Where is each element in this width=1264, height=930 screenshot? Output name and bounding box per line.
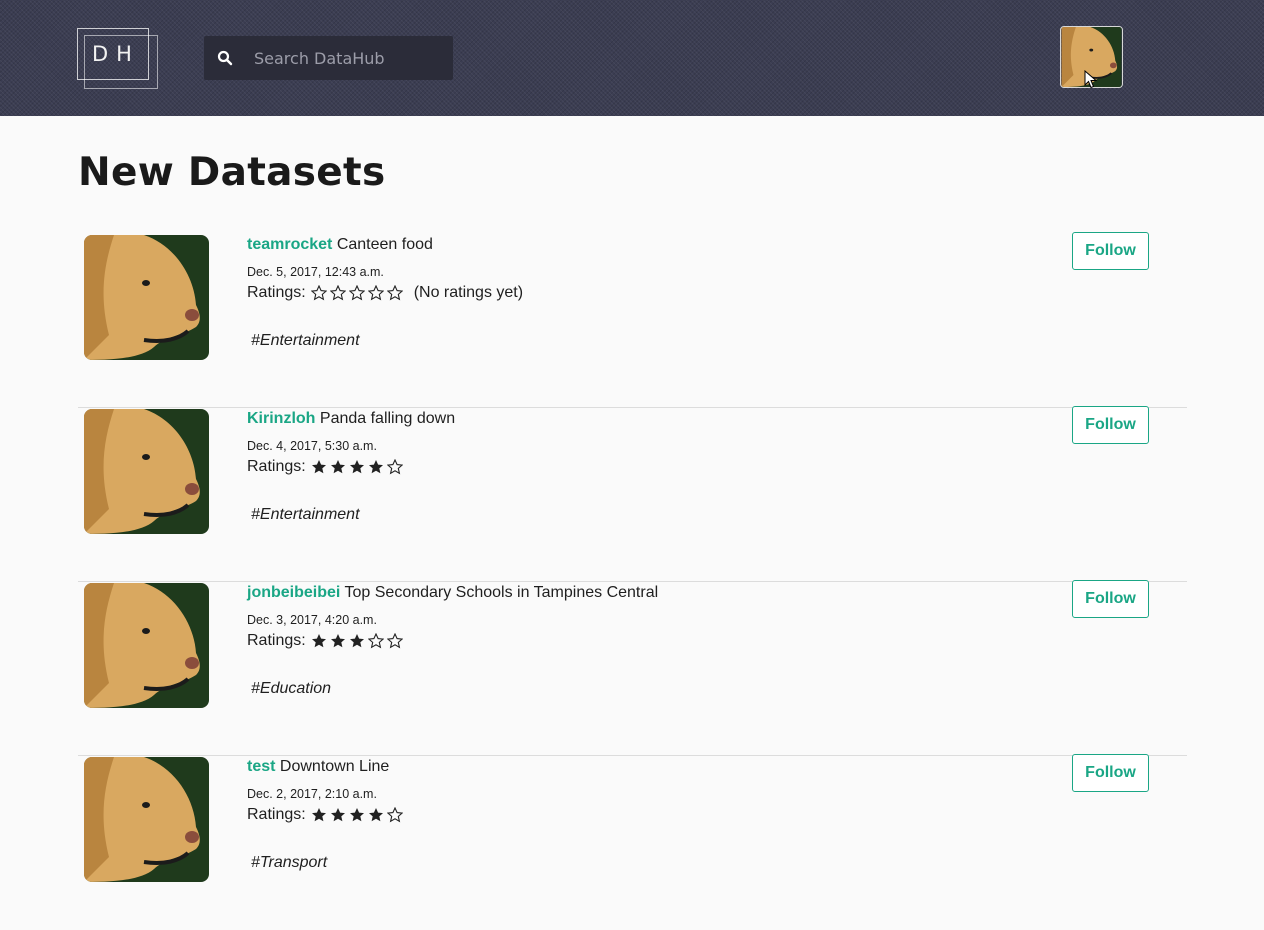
rating-stars[interactable] (311, 807, 406, 823)
dataset-title-line: Kirinzloh Panda falling down (247, 410, 455, 428)
dataset-title-line: test Downtown Line (247, 758, 389, 776)
star-filled-icon[interactable] (311, 459, 330, 475)
dog-thumbnail-image (84, 757, 209, 882)
star-empty-icon[interactable] (310, 285, 330, 301)
top-navbar: DH (0, 0, 1264, 116)
dataset-thumbnail[interactable] (84, 583, 209, 708)
dataset-owner-link[interactable]: test (247, 758, 275, 775)
page-title: New Datasets (78, 150, 386, 195)
dataset-date: Dec. 2, 2017, 2:10 a.m. (247, 787, 377, 801)
dataset-tag[interactable]: #Entertainment (251, 332, 360, 350)
dataset-ratings: Ratings: (247, 632, 414, 650)
dataset-title-line: teamrocket Canteen food (247, 236, 433, 254)
dataset-tag[interactable]: #Education (251, 680, 331, 698)
star-filled-icon[interactable] (349, 459, 368, 475)
dataset-tag[interactable]: #Transport (251, 854, 327, 872)
star-empty-icon[interactable] (348, 285, 368, 301)
dataset-name[interactable]: Canteen food (337, 236, 433, 253)
dog-thumbnail-image (84, 583, 209, 708)
mouse-cursor-icon (1084, 70, 1098, 89)
dataset-date: Dec. 5, 2017, 12:43 a.m. (247, 265, 384, 279)
star-empty-icon[interactable] (367, 633, 387, 649)
ratings-label: Ratings: (247, 632, 306, 649)
follow-button[interactable]: Follow (1072, 232, 1149, 270)
dataset-owner-link[interactable]: jonbeibeibei (247, 584, 340, 601)
star-empty-icon[interactable] (367, 285, 387, 301)
search-input[interactable] (254, 36, 444, 80)
dataset-thumbnail[interactable] (84, 235, 209, 360)
dog-thumbnail-image (84, 409, 209, 534)
dataset-thumbnail[interactable] (84, 757, 209, 882)
dataset-date: Dec. 4, 2017, 5:30 a.m. (247, 439, 377, 453)
dataset-owner-link[interactable]: Kirinzloh (247, 410, 315, 427)
dataset-thumbnail[interactable] (84, 409, 209, 534)
dataset-date: Dec. 3, 2017, 4:20 a.m. (247, 613, 377, 627)
star-empty-icon[interactable] (386, 285, 406, 301)
follow-button[interactable]: Follow (1072, 406, 1149, 444)
star-filled-icon[interactable] (330, 633, 349, 649)
star-filled-icon[interactable] (311, 633, 330, 649)
dataset-ratings: Ratings: (247, 458, 414, 476)
dataset-title-line: jonbeibeibei Top Secondary Schools in Ta… (247, 584, 658, 602)
star-empty-icon[interactable] (329, 285, 349, 301)
search-icon (217, 50, 233, 66)
star-empty-icon[interactable] (386, 459, 406, 475)
star-filled-icon[interactable] (311, 807, 330, 823)
dataset-name[interactable]: Panda falling down (320, 410, 455, 427)
dataset-owner-link[interactable]: teamrocket (247, 236, 332, 253)
dataset-ratings: Ratings: (No ratings yet) (247, 284, 523, 302)
rating-note: (No ratings yet) (413, 284, 524, 301)
dataset-name[interactable]: Top Secondary Schools in Tampines Centra… (345, 584, 659, 601)
follow-button[interactable]: Follow (1072, 580, 1149, 618)
search-box[interactable] (204, 36, 453, 80)
star-filled-icon[interactable] (349, 807, 368, 823)
star-empty-icon[interactable] (386, 807, 406, 823)
star-empty-icon[interactable] (386, 633, 406, 649)
follow-button[interactable]: Follow (1072, 754, 1149, 792)
dataset-item: test Downtown Line Dec. 2, 2017, 2:10 a.… (78, 754, 1187, 930)
star-filled-icon[interactable] (330, 807, 349, 823)
ratings-label: Ratings: (247, 806, 306, 823)
star-filled-icon[interactable] (349, 633, 368, 649)
dataset-ratings: Ratings: (247, 806, 414, 824)
star-filled-icon[interactable] (368, 807, 387, 823)
ratings-label: Ratings: (247, 284, 306, 301)
dataset-name[interactable]: Downtown Line (280, 758, 389, 775)
dataset-item: jonbeibeibei Top Secondary Schools in Ta… (78, 580, 1187, 756)
rating-stars[interactable] (310, 285, 406, 301)
star-filled-icon[interactable] (368, 459, 387, 475)
dataset-tag[interactable]: #Entertainment (251, 506, 360, 524)
rating-stars[interactable] (311, 633, 406, 649)
rating-stars[interactable] (311, 459, 406, 475)
ratings-label: Ratings: (247, 458, 306, 475)
dog-thumbnail-image (84, 235, 209, 360)
dataset-item: teamrocket Canteen food Dec. 5, 2017, 12… (78, 232, 1187, 408)
star-filled-icon[interactable] (330, 459, 349, 475)
datahub-logo[interactable]: DH (77, 28, 158, 89)
dataset-item: Kirinzloh Panda falling down Dec. 4, 201… (78, 406, 1187, 582)
